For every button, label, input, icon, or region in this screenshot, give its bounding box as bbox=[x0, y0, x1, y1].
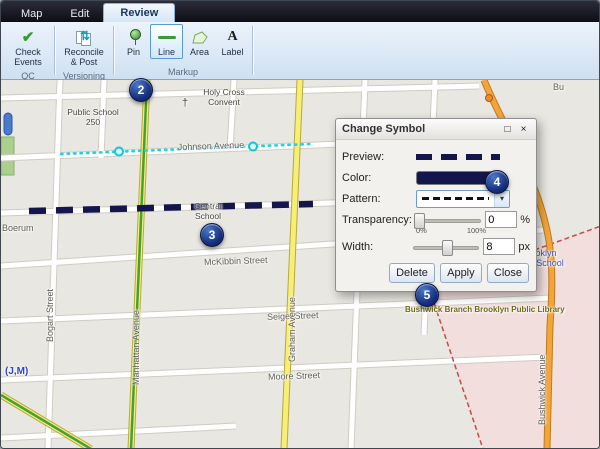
transparency-slider-thumb[interactable] bbox=[414, 213, 425, 229]
ribbon-tab-bar: Map Edit Review bbox=[1, 1, 599, 22]
ribbon-group-divider bbox=[113, 26, 114, 75]
callout-badge-2: 2 bbox=[129, 78, 153, 102]
width-slider[interactable] bbox=[413, 239, 480, 255]
callout-badge-5: 5 bbox=[415, 283, 439, 307]
ribbon-group-qc: ✔ Check Events QC bbox=[3, 22, 53, 79]
transparency-input[interactable] bbox=[485, 211, 517, 228]
map-nav-control[interactable] bbox=[4, 113, 12, 135]
width-label: Width: bbox=[342, 241, 413, 253]
ribbon: ✔ Check Events QC ⇅ Reconcile bbox=[1, 22, 599, 80]
map-label-manhattan-avenue: Manhattan Avenue bbox=[131, 310, 141, 385]
delete-button[interactable]: Delete bbox=[389, 263, 435, 283]
reconcile-pages-icon: ⇅ bbox=[76, 30, 92, 46]
line-icon bbox=[158, 36, 176, 39]
reconcile-label-line1: Reconcile bbox=[64, 47, 104, 57]
map-label-moore-street: Moore Street bbox=[268, 370, 320, 382]
label-a-icon: A bbox=[227, 29, 237, 45]
map-label-subway-jm: (J,M) bbox=[5, 366, 28, 377]
ribbon-group-versioning: ⇅ Reconcile & Post Versioning bbox=[56, 22, 112, 79]
map-label-boerum-street: Boerum Street bbox=[2, 223, 34, 233]
preview-row: Preview: bbox=[342, 146, 530, 167]
label-tool-button[interactable]: A Label bbox=[216, 24, 249, 59]
pin-label: Pin bbox=[127, 47, 140, 57]
cross-poi-icon: † bbox=[182, 97, 188, 110]
check-icon: ✔ bbox=[22, 29, 35, 46]
dialog-title: Change Symbol bbox=[342, 123, 498, 135]
line-label: Line bbox=[158, 47, 175, 57]
area-label: Area bbox=[190, 47, 209, 57]
pattern-dash-preview bbox=[422, 197, 489, 200]
area-icon bbox=[192, 31, 208, 45]
app-window: Map Edit Review ✔ Check Events QC bbox=[0, 0, 600, 449]
pattern-label: Pattern: bbox=[342, 193, 416, 205]
map-label-cut-top-right: Bu bbox=[553, 82, 564, 92]
symbol-preview bbox=[416, 154, 500, 160]
map-label-public-school-250: Public School 250 bbox=[63, 108, 123, 128]
close-icon[interactable]: × bbox=[517, 123, 530, 136]
group-label-markup: Markup bbox=[117, 66, 249, 79]
tab-review[interactable]: Review bbox=[103, 3, 175, 22]
check-events-label-line1: Check bbox=[15, 47, 41, 57]
apply-button[interactable]: Apply bbox=[440, 263, 482, 283]
signal-poi-icon bbox=[486, 95, 493, 102]
ribbon-group-divider bbox=[54, 26, 55, 75]
check-events-button[interactable]: ✔ Check Events bbox=[5, 24, 51, 70]
dialog-button-row: Delete Apply Close bbox=[336, 257, 536, 291]
ribbon-group-divider bbox=[252, 26, 253, 75]
pin-tool-button[interactable]: Pin bbox=[117, 24, 150, 59]
close-button[interactable]: Close bbox=[487, 263, 529, 283]
transparency-label: Transparency: bbox=[342, 214, 414, 226]
tab-map[interactable]: Map bbox=[7, 5, 56, 22]
transparency-unit: % bbox=[520, 214, 530, 226]
map-label-bogart-street: Bogart Street bbox=[45, 289, 55, 342]
ribbon-group-markup: Pin Line Area A Label bbox=[115, 22, 251, 79]
label-label: Label bbox=[221, 47, 243, 57]
map-label-central-school: Central School bbox=[185, 202, 231, 222]
color-label: Color: bbox=[342, 172, 416, 184]
change-symbol-dialog: Change Symbol □ × Preview: Color: Patter… bbox=[335, 118, 537, 292]
width-unit: px bbox=[518, 241, 530, 253]
maximize-icon[interactable]: □ bbox=[501, 123, 514, 136]
callout-badge-4: 4 bbox=[485, 170, 509, 194]
pin-icon bbox=[128, 29, 140, 46]
area-tool-button[interactable]: Area bbox=[183, 24, 216, 59]
map-label-holy-cross-convent: Holy Cross Convent bbox=[195, 88, 253, 108]
map-label-graham-avenue: Graham Avenue bbox=[287, 297, 297, 362]
transparency-row: Transparency: % bbox=[342, 209, 530, 230]
line-tool-button[interactable]: Line bbox=[150, 24, 183, 59]
reconcile-post-button[interactable]: ⇅ Reconcile & Post bbox=[58, 24, 110, 70]
callout-badge-3: 3 bbox=[200, 223, 224, 247]
width-input[interactable] bbox=[483, 238, 515, 255]
vertex-handle[interactable] bbox=[115, 148, 123, 156]
width-slider-thumb[interactable] bbox=[442, 240, 453, 256]
check-events-label-line2: Events bbox=[14, 57, 42, 67]
reconcile-label-line2: & Post bbox=[71, 57, 98, 67]
transparency-scale: 0% 100% bbox=[416, 226, 486, 236]
transparency-slider[interactable] bbox=[414, 212, 482, 228]
reconcile-arrows-icon: ⇅ bbox=[80, 30, 90, 44]
preview-label: Preview: bbox=[342, 151, 416, 163]
width-row: Width: px bbox=[342, 236, 530, 257]
dialog-title-bar[interactable]: Change Symbol □ × bbox=[336, 119, 536, 140]
map-label-bushwick-avenue: Bushwick Avenue bbox=[537, 355, 547, 425]
tab-edit[interactable]: Edit bbox=[56, 5, 103, 22]
transparency-max-label: 100% bbox=[467, 226, 486, 236]
